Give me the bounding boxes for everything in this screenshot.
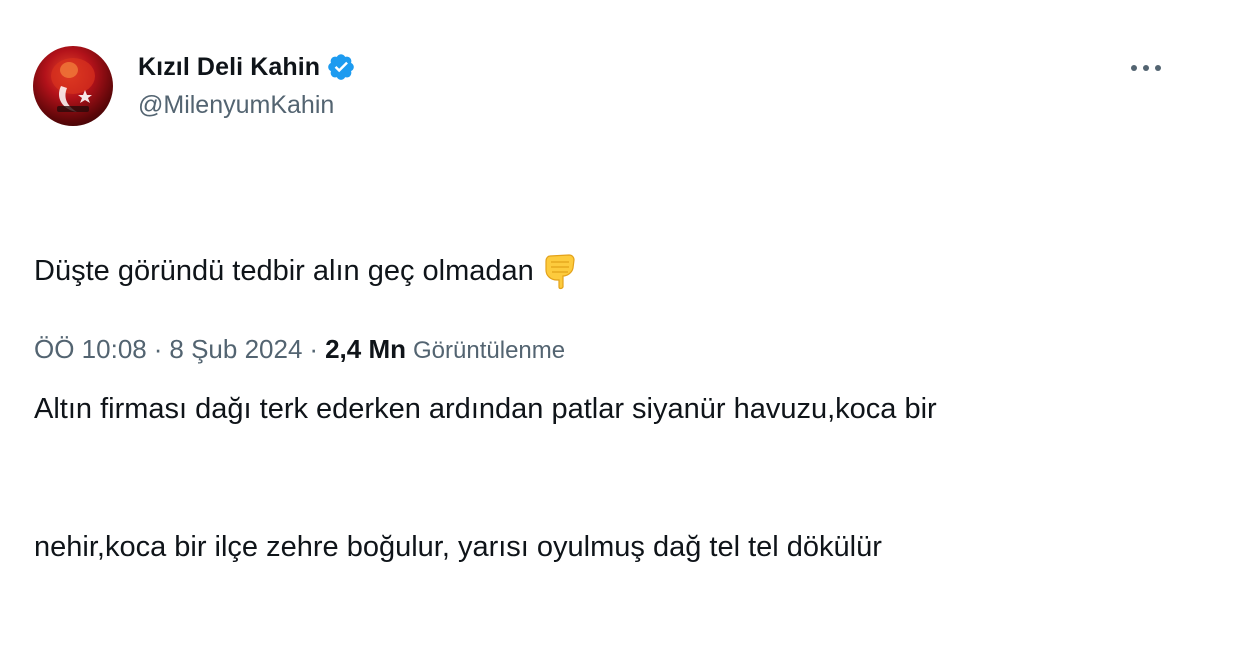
tweet-time[interactable]: ÖÖ 10:08: [34, 334, 147, 365]
more-horizontal-icon[interactable]: [1126, 54, 1166, 82]
meta-separator: ·: [309, 334, 319, 364]
tweet-text-line-2: Altın firması dağı terk ederken ardından…: [34, 393, 937, 425]
tweet-date[interactable]: 8 Şub 2024: [169, 334, 302, 365]
backhand-index-pointing-down-icon: [542, 250, 578, 290]
verified-badge-icon[interactable]: [326, 52, 356, 82]
author-info: Kızıl Deli Kahin @MilenyumKahin: [138, 50, 356, 120]
tweet-text-line-3: nehir,koca bir ilçe zehre boğulur, yarıs…: [34, 531, 882, 563]
tweet-text: Düşte göründü tedbir alın geç olmadan Al…: [34, 156, 1184, 662]
views-count[interactable]: 2,4 Mn: [325, 334, 406, 365]
handle[interactable]: @MilenyumKahin: [138, 91, 356, 120]
tweet-meta: ÖÖ 10:08 · 8 Şub 2024 · 2,4 Mn Görüntüle…: [34, 334, 565, 365]
display-name[interactable]: Kızıl Deli Kahin: [138, 53, 320, 82]
tweet-text-line-1-text: Düşte göründü tedbir alın geç olmadan: [34, 255, 534, 287]
avatar-image: [51, 58, 95, 112]
tweet-card: Kızıl Deli Kahin @MilenyumKahin Düşte gö…: [0, 0, 1254, 563]
views-label[interactable]: Görüntülenme: [413, 337, 565, 365]
meta-separator: ·: [153, 334, 163, 364]
tweet-text-line-1: Düşte göründü tedbir alın geç olmadan: [34, 248, 1184, 294]
name-row: Kızıl Deli Kahin: [138, 50, 356, 84]
avatar[interactable]: [33, 46, 113, 126]
